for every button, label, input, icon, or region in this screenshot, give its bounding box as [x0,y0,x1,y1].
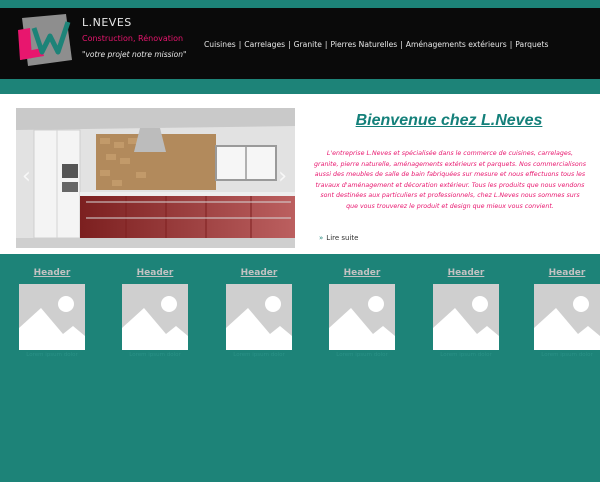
chevron-right-icon: » [319,234,324,242]
card-header[interactable]: Header [433,268,499,284]
nav-separator: | [509,40,513,49]
image-placeholder-icon [329,284,395,350]
nav-amenagements[interactable]: Aménagements extérieurs [406,40,507,49]
top-strip [0,0,600,8]
card-header[interactable]: Header [534,268,600,284]
image-placeholder-icon [433,284,499,350]
nav-cuisines[interactable]: Cuisines [204,40,236,49]
welcome-title: Bienvenue chez L.Neves [355,112,543,129]
nav-separator: | [238,40,242,49]
hero-section: ‹ › Bienvenue chez L.Neves L'entreprise … [0,94,600,254]
image-placeholder-icon [226,284,292,350]
nav-carrelages[interactable]: Carrelages [244,40,285,49]
kitchen-slider[interactable]: ‹ › [16,108,295,248]
card-header[interactable]: Header [19,268,85,284]
nav-pierres-naturelles[interactable]: Pierres Naturelles [330,40,397,49]
main-nav: Cuisines | Carrelages | Granite | Pierre… [204,40,548,49]
card-caption: Lorem ipsum dolor [233,352,285,358]
card-caption: Lorem ipsum dolor [26,352,78,358]
nav-granite[interactable]: Granite [294,40,322,49]
image-placeholder-icon [122,284,188,350]
welcome-description: L'entreprise L.Neves et spécialisée dans… [314,150,586,210]
card[interactable]: Header Lorem ipsum dolor [122,268,188,358]
card-header[interactable]: Header [329,268,395,284]
card[interactable]: Header Lorem ipsum dolor [433,268,499,358]
card-caption: Lorem ipsum dolor [336,352,388,358]
cards-row: Header Lorem ipsum dolor Header Lorem ip… [0,254,600,482]
read-more-link[interactable]: » Lire suite [319,234,358,242]
nav-separator: | [288,40,291,49]
nav-separator: | [400,40,403,49]
card-header[interactable]: Header [226,268,292,284]
card[interactable]: Header Lorem ipsum dolor [329,268,395,358]
card-caption: Lorem ipsum dolor [129,352,181,358]
read-more-label: Lire suite [326,234,359,242]
card-caption: Lorem ipsum dolor [541,352,593,358]
nav-parquets[interactable]: Parquets [515,40,548,49]
logo-icon[interactable] [14,12,78,72]
card[interactable]: Header Lorem ipsum dolor [19,268,85,358]
image-placeholder-icon [19,284,85,350]
card[interactable]: Header Lorem ipsum dolor [534,268,600,358]
brand-subtitle: Construction, Rénovation [82,34,184,43]
card-caption: Lorem ipsum dolor [440,352,492,358]
brand-slogan: "votre projet notre mission" [82,50,187,59]
kitchen-photo [16,108,295,248]
card[interactable]: Header Lorem ipsum dolor [226,268,292,358]
slider-next-icon[interactable]: › [278,166,287,188]
site-header: L.NEVES Construction, Rénovation "votre … [0,8,600,79]
brand-name: L.NEVES [82,16,132,29]
slider-prev-icon[interactable]: ‹ [22,166,31,188]
card-header[interactable]: Header [122,268,188,284]
nav-separator: | [324,40,328,49]
image-placeholder-icon [534,284,600,350]
teal-band [0,79,600,94]
